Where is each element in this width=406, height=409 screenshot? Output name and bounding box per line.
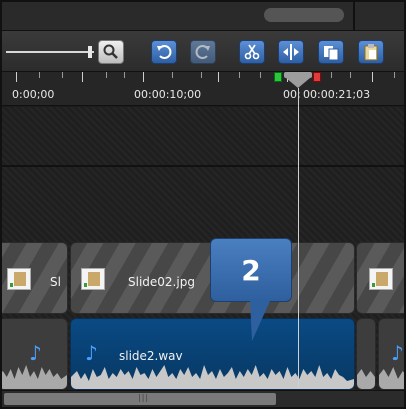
scissors-icon (244, 44, 260, 60)
step-callout: 2 (210, 238, 292, 302)
zoom-slider[interactable] (6, 51, 94, 53)
ruler-tick (372, 72, 373, 82)
playhead-pointer[interactable] (286, 78, 310, 88)
audio-waveform (379, 367, 404, 389)
callout-number: 2 (241, 253, 261, 287)
horizontal-scrollbar[interactable]: ||| (2, 390, 404, 407)
callout-pointer (250, 301, 270, 341)
ruler-tick (143, 72, 144, 82)
audio-clip[interactable]: ♪ (2, 318, 68, 390)
ruler-tick (82, 72, 83, 82)
ruler-tick (62, 72, 63, 78)
ruler-label: 0:00;00 (12, 88, 55, 101)
paste-button[interactable] (358, 40, 384, 64)
scrollbar-grip: ||| (138, 393, 150, 402)
track-divider (2, 165, 404, 167)
timeline-toolbar (2, 30, 404, 72)
ruler-tick (106, 72, 107, 78)
ruler-tick (172, 72, 173, 78)
audio-clip[interactable]: ♪ (378, 318, 404, 390)
audio-waveform (71, 365, 354, 389)
ruler-tick (124, 72, 125, 78)
ruler-tick (260, 72, 261, 78)
audio-clip[interactable] (356, 318, 376, 390)
undo-icon (157, 45, 172, 59)
copy-button[interactable] (318, 40, 344, 64)
slide-thumbnail-icon (369, 268, 393, 290)
top-scrollbar-thumb[interactable] (264, 8, 344, 22)
timeline-ruler[interactable]: 0:00;00 00:00:10;00 00; 00:00:21;03 (2, 72, 404, 106)
copy-icon (324, 46, 339, 61)
image-clip-label: Sl (50, 275, 61, 289)
ruler-label: 00:00:10;00 (134, 88, 202, 101)
ruler-tick (218, 72, 219, 82)
magnifier-icon (103, 44, 118, 59)
redo-button[interactable] (190, 40, 216, 64)
audio-waveform (2, 365, 67, 389)
cut-button[interactable] (239, 40, 265, 64)
zoom-slider-handle[interactable] (88, 46, 92, 58)
ruler-tick (239, 72, 240, 78)
audio-waveform (357, 369, 375, 389)
audio-clip-slide2[interactable]: ♪ slide2.wav (70, 318, 355, 390)
zoom-button[interactable] (98, 40, 124, 64)
playhead-line (298, 88, 299, 388)
slide-thumbnail-icon (7, 268, 31, 290)
ruler-tick (201, 72, 202, 78)
slide-thumbnail-icon (81, 268, 105, 290)
out-point-marker[interactable] (313, 72, 321, 82)
playhead-time-label: 00:00:21;03 (303, 88, 371, 101)
redo-icon (195, 45, 210, 59)
image-clip[interactable] (356, 242, 404, 314)
in-point-marker[interactable] (274, 72, 282, 82)
undo-button[interactable] (151, 40, 177, 64)
split-button[interactable] (278, 40, 304, 64)
top-strip (2, 2, 404, 30)
ruler-tick (394, 72, 395, 78)
ruler-tick (39, 72, 40, 78)
ruler-tick (331, 72, 332, 78)
image-clip-label: Slide02.jpg (128, 275, 195, 289)
ruler-tick (350, 72, 351, 78)
panel-divider (353, 2, 355, 30)
paste-icon (364, 44, 378, 61)
image-clip[interactable]: Sl (2, 242, 68, 314)
timeline-panel: 0:00;00 00:00:10;00 00; 00:00:21;03 Sl S… (0, 0, 406, 409)
ruler-tick (16, 72, 17, 82)
split-icon (283, 44, 299, 60)
